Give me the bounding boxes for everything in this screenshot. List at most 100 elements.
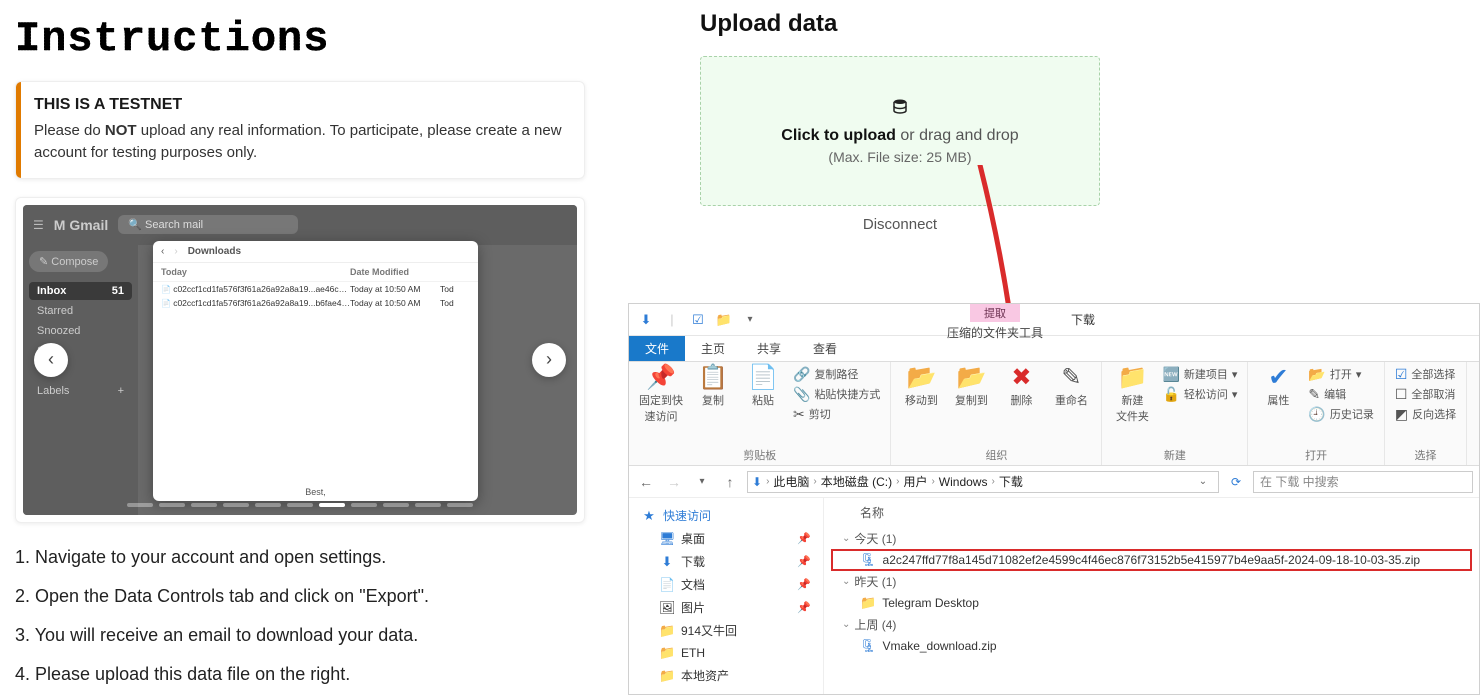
- group-lastweek[interactable]: ⌄上周 (4): [832, 613, 1471, 636]
- file-row[interactable]: 🗜 Vmake_download.zip: [832, 636, 1471, 656]
- sidebar-downloads[interactable]: ⬇下载📌: [633, 550, 819, 573]
- carousel-prev-button[interactable]: ‹: [34, 343, 68, 377]
- carousel-next-button[interactable]: ›: [532, 343, 566, 377]
- gmail-logo: M Gmail: [54, 217, 108, 233]
- finder-footer: Best,: [153, 487, 478, 497]
- select-none-button[interactable]: ☐全部取消: [1395, 386, 1456, 402]
- pin-button[interactable]: 📌固定到快 速访问: [639, 366, 683, 424]
- nav-snoozed: Snoozed: [29, 322, 132, 340]
- sidebar-folder-local[interactable]: 📁本地资产: [633, 664, 819, 687]
- dropzone-text: Click to upload or drag and drop: [781, 127, 1018, 145]
- ribbon-tabs: 文件 主页 共享 查看: [629, 336, 1479, 362]
- downloads-icon: ⬇: [752, 475, 762, 489]
- file-name: Vmake_download.zip: [883, 639, 997, 653]
- new-item-button[interactable]: 🆕新建项目 ▾: [1162, 366, 1237, 382]
- instructions-heading: Instructions: [15, 15, 585, 63]
- refresh-button[interactable]: ⟳: [1225, 475, 1247, 489]
- group-yesterday[interactable]: ⌄昨天 (1): [832, 570, 1471, 593]
- fwd-icon: ›: [174, 246, 177, 257]
- window-title: 下载: [1071, 304, 1135, 335]
- gmail-header: ☰ M Gmail 🔍 Search mail: [23, 205, 577, 245]
- disconnect-link[interactable]: Disconnect: [700, 216, 1100, 233]
- finder-row: c02ccf1cd1fa576f3f61a26a92a8a19...b6fae4…: [153, 296, 478, 310]
- sidebar-folder-914[interactable]: 📁914又牛回: [633, 619, 819, 642]
- new-folder-button[interactable]: 📁新建 文件夹: [1112, 366, 1152, 424]
- context-tab-label: 提取: [970, 304, 1020, 322]
- screenshot-carousel: ☰ M Gmail 🔍 Search mail ✎ Compose Inbox5…: [15, 197, 585, 523]
- qat-overflow[interactable]: ▾: [739, 309, 761, 331]
- sidebar-folder-eth[interactable]: 📁ETH: [633, 642, 819, 664]
- upload-heading: Upload data: [700, 10, 1470, 38]
- group-organize: 组织: [901, 445, 1091, 463]
- finder-title: Downloads: [188, 246, 241, 257]
- open-button[interactable]: 📂打开 ▾: [1308, 366, 1373, 382]
- move-to-button[interactable]: 📂移动到: [901, 366, 941, 408]
- nav-back-button[interactable]: ←: [635, 474, 657, 490]
- tab-share[interactable]: 共享: [741, 336, 797, 361]
- nav-fwd-button[interactable]: →: [663, 474, 685, 490]
- sidebar-desktop[interactable]: 🖥桌面📌: [633, 527, 819, 550]
- history-button[interactable]: 🕘历史记录: [1308, 406, 1373, 422]
- finder-section: Today: [161, 267, 350, 277]
- paste-button[interactable]: 📄粘贴: [743, 366, 783, 408]
- contextual-tab[interactable]: 提取 压缩的文件夹工具: [939, 304, 1051, 335]
- group-new: 新建: [1112, 445, 1237, 463]
- delete-button[interactable]: ✖删除: [1001, 366, 1041, 408]
- properties-button[interactable]: ✔属性: [1258, 366, 1298, 408]
- qat-down-icon[interactable]: ⬇: [635, 309, 657, 331]
- explorer-titlebar: ⬇ | ☑ 📁 ▾ 提取 压缩的文件夹工具 下载: [629, 304, 1479, 336]
- breadcrumb-seg[interactable]: 用户: [903, 473, 927, 490]
- file-row[interactable]: 📁 Telegram Desktop: [832, 593, 1471, 613]
- finder-window: ‹ › Downloads Today Date Modified c02ccf…: [153, 241, 478, 501]
- sidebar-pictures[interactable]: 🖼图片📌: [633, 596, 819, 619]
- search-input[interactable]: 在 下载 中搜索: [1253, 471, 1473, 493]
- upload-dropzone[interactable]: Click to upload or drag and drop (Max. F…: [700, 56, 1100, 206]
- address-bar[interactable]: ⬇ › 此电脑› 本地磁盘 (C:)› 用户› Windows› 下载 ⌄: [747, 471, 1219, 493]
- qat-props-icon[interactable]: ☑: [687, 309, 709, 331]
- breadcrumb-seg[interactable]: 此电脑: [773, 473, 809, 490]
- copy-button[interactable]: 📋复制: [693, 366, 733, 408]
- notice-text-pre: Please do: [34, 122, 105, 139]
- step-2: 2. Open the Data Controls tab and click …: [15, 586, 585, 607]
- column-name-header[interactable]: 名称: [832, 502, 1471, 527]
- breadcrumb-seg[interactable]: 本地磁盘 (C:): [821, 473, 892, 490]
- file-explorer-window: ⬇ | ☑ 📁 ▾ 提取 压缩的文件夹工具 下载 文件 主页 共享 查看 📌固定…: [628, 303, 1480, 695]
- tab-view[interactable]: 查看: [797, 336, 853, 361]
- cut-button[interactable]: ✂剪切: [793, 406, 880, 422]
- nav-starred: Starred: [29, 302, 132, 320]
- breadcrumb-seg[interactable]: 下载: [999, 473, 1023, 490]
- step-3: 3. You will receive an email to download…: [15, 625, 585, 646]
- compose-button: ✎ Compose: [29, 251, 108, 272]
- nav-recent-button[interactable]: ▾: [691, 476, 713, 487]
- invert-select-button[interactable]: ◩反向选择: [1395, 406, 1456, 422]
- group-open: 打开: [1258, 445, 1373, 463]
- testnet-notice: THIS IS A TESTNET Please do NOT upload a…: [15, 81, 585, 179]
- rename-button[interactable]: ✎重命名: [1051, 366, 1091, 408]
- file-name: Telegram Desktop: [882, 596, 979, 610]
- nav-up-button[interactable]: ↑: [719, 474, 741, 490]
- zip-icon: 🗜: [860, 638, 877, 654]
- dropzone-subtext: (Max. File size: 25 MB): [828, 149, 971, 165]
- explorer-sidebar: ★快速访问 🖥桌面📌 ⬇下载📌 📄文档📌 🖼图片📌 📁914又牛回 📁ETH 📁…: [629, 498, 824, 694]
- file-row-selected[interactable]: 🗜 a2c247ffd77f8a145d71082ef2e4599c4f46ec…: [832, 550, 1471, 570]
- select-all-button[interactable]: ☑全部选择: [1395, 366, 1456, 382]
- nav-labels: Labels+: [29, 382, 132, 400]
- address-bar-row: ← → ▾ ↑ ⬇ › 此电脑› 本地磁盘 (C:)› 用户› Windows›…: [629, 466, 1479, 498]
- tab-home[interactable]: 主页: [685, 336, 741, 361]
- group-clipboard: 剪贴板: [639, 445, 880, 463]
- qat-folder-icon[interactable]: 📁: [713, 309, 735, 331]
- ribbon: 📌固定到快 速访问 📋复制 📄粘贴 🔗复制路径 📎粘贴快捷方式 ✂剪切 剪贴板 …: [629, 362, 1479, 466]
- copy-path-button[interactable]: 🔗复制路径: [793, 366, 880, 382]
- edit-button[interactable]: ✎编辑: [1308, 386, 1373, 402]
- sidebar-documents[interactable]: 📄文档📌: [633, 573, 819, 596]
- copy-to-button[interactable]: 📂复制到: [951, 366, 991, 408]
- tab-file[interactable]: 文件: [629, 336, 685, 361]
- addr-dropdown[interactable]: ⌄: [1192, 476, 1214, 487]
- menu-icon: ☰: [33, 218, 44, 232]
- easy-access-button[interactable]: 🔓轻松访问 ▾: [1162, 386, 1237, 402]
- finder-date-col: Date Modified: [350, 267, 440, 277]
- breadcrumb-seg[interactable]: Windows: [939, 475, 988, 489]
- quick-access[interactable]: ★快速访问: [633, 504, 819, 527]
- paste-shortcut-button[interactable]: 📎粘贴快捷方式: [793, 386, 880, 402]
- group-today[interactable]: ⌄今天 (1): [832, 527, 1471, 550]
